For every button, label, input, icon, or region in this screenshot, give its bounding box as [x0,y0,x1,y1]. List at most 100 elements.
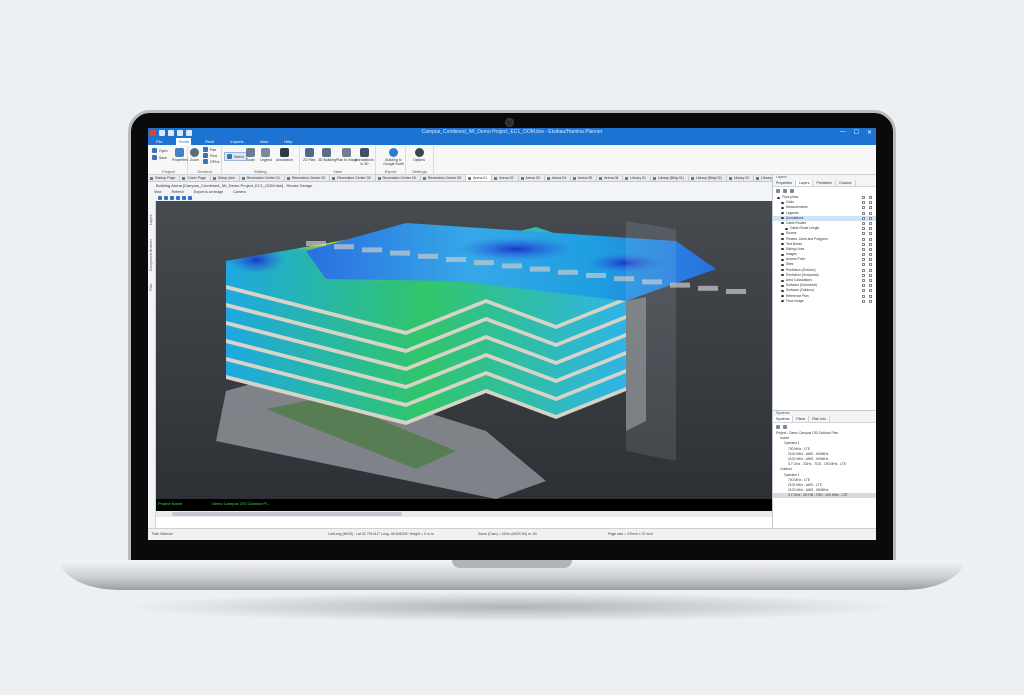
tab-library-02[interactable]: Library 02 [727,175,755,181]
menu-revit[interactable]: Revit [203,138,216,145]
annotation-button[interactable]: Annotation [276,148,293,162]
camera-icon[interactable] [188,196,192,200]
tab-arena-02[interactable]: Arena 02 [492,175,519,181]
properties-button[interactable]: Properties [172,148,188,162]
layer-checkbox[interactable] [869,221,872,225]
layer-checkbox[interactable] [869,263,872,267]
tab-prediction[interactable]: Prediction [813,180,837,186]
eye-icon[interactable] [781,238,784,240]
tab-properties[interactable]: Properties [773,180,796,186]
menu-file[interactable]: File [154,138,164,145]
scrollbar-thumb[interactable] [172,512,402,516]
menu-help[interactable]: Help [282,138,294,145]
layer-checkbox[interactable] [869,273,872,277]
expand-icon[interactable] [776,189,780,193]
layer-lock-checkbox[interactable] [862,247,865,251]
layer-lock-checkbox[interactable] [862,299,865,303]
layer-lock-checkbox[interactable] [862,221,865,225]
rotate-icon[interactable] [170,196,174,200]
layer-lock-checkbox[interactable] [862,263,865,267]
eye-icon[interactable] [777,196,780,199]
layer-checkbox[interactable] [869,216,872,220]
tab-recreation-05[interactable]: Recreation Center 05 [421,175,467,181]
find-button[interactable]: Find [203,153,217,158]
pan-icon[interactable] [176,196,180,200]
tab-library-bldg-02[interactable]: Library (Bldg 02) [689,175,727,181]
tab-recreation-02[interactable]: Recreation Center 02 [285,175,331,181]
zoom-icon[interactable] [182,196,186,200]
layer-lock-checkbox[interactable] [862,294,865,298]
tab-library-bldg-01[interactable]: Library (Bldg 01) [651,175,689,181]
layer-checkbox[interactable] [869,242,872,246]
layer-lock-checkbox[interactable] [862,289,865,293]
eye-icon[interactable] [781,284,784,287]
maximize-button[interactable]: ☐ [854,129,859,136]
layer-checkbox[interactable] [869,237,872,241]
layer-checkbox[interactable] [869,284,872,288]
layer-checkbox[interactable] [869,279,872,282]
layer-checkbox[interactable] [869,289,872,293]
tab-startup[interactable]: Startup Page [148,175,181,181]
tab-arena-03[interactable]: Arena 03 [519,175,545,181]
layer-checkbox[interactable] [869,201,872,205]
eye-icon[interactable] [781,253,784,256]
menu-home[interactable]: Home [176,138,192,145]
edit-icon[interactable] [164,196,168,200]
eye-icon[interactable] [781,279,784,282]
eye-icon[interactable] [781,232,784,235]
3d-building-button[interactable]: 3D Building [318,148,336,162]
zoom-button[interactable]: Zoom [190,148,199,162]
tab-arena-01[interactable]: Arena 01 [466,175,493,181]
layer-lock-checkbox[interactable] [862,232,865,236]
tab-arena-06[interactable]: Arena 06 [597,175,624,181]
select-button[interactable]: Select [224,152,247,161]
tab-arena-04[interactable]: Arena 04 [545,175,571,181]
tab-recreation-04[interactable]: Recreation Center 04 [376,175,421,181]
rail-layers[interactable]: Layers [149,214,153,225]
tab-setup[interactable]: Setup plan [211,175,240,181]
eye-icon[interactable] [785,227,788,230]
open-button[interactable]: Open [152,148,168,153]
layer-lock-checkbox[interactable] [862,268,865,272]
filter-icon[interactable] [790,189,794,193]
gpus-button[interactable]: GPUs [203,159,219,164]
tab-plan-info[interactable]: Plan Info [809,416,831,422]
layer-lock-checkbox[interactable] [862,273,865,277]
rail-component-browser[interactable]: Component Browser [149,239,153,271]
horizontal-scrollbar[interactable] [156,511,772,517]
tab-recreation-03[interactable]: Recreation Center 03 [330,175,376,181]
tab-systems[interactable]: Systems [773,416,794,422]
layer-lock-checkbox[interactable] [862,258,865,262]
legend-button[interactable]: Legend [260,148,272,162]
tab-cover[interactable]: Cover Page [180,175,211,181]
menu-view[interactable]: View [258,138,271,145]
layer-lock-checkbox[interactable] [862,206,865,210]
layer-checkbox[interactable] [869,206,872,210]
layer-checkbox[interactable] [869,211,872,215]
menu-imports[interactable]: Imports [228,138,245,145]
eye-icon[interactable] [781,201,784,204]
google-earth-button[interactable]: Building to Google Earth [382,148,405,166]
tab-library-01[interactable]: Library 01 [623,175,651,181]
layer-checkbox[interactable] [869,294,872,298]
3d-building-scene[interactable] [156,201,772,499]
layer-lock-checkbox[interactable] [862,253,865,257]
eye-icon[interactable] [781,258,784,261]
layer-lock-checkbox[interactable] [862,216,865,220]
tab-plans[interactable]: Plans [793,416,810,422]
layer-lock-checkbox[interactable] [862,196,865,199]
layer-checkbox[interactable] [869,247,872,251]
scale-button[interactable]: Scale [246,148,255,162]
save-button[interactable]: Save [152,155,167,160]
layer-checkbox[interactable] [869,268,872,272]
pan-button[interactable]: Pan [203,147,216,152]
annotations-3d-button[interactable]: Annotations in 3D [354,148,375,166]
layer-checkbox[interactable] [869,299,872,303]
layer-checkbox[interactable] [869,253,872,257]
tab-layers[interactable]: Layers [795,180,814,186]
minimize-button[interactable]: — [840,129,846,136]
layer-lock-checkbox[interactable] [862,237,865,241]
layer-checkbox[interactable] [869,258,872,262]
eye-icon[interactable] [781,206,784,209]
layer-lock-checkbox[interactable] [862,284,865,288]
